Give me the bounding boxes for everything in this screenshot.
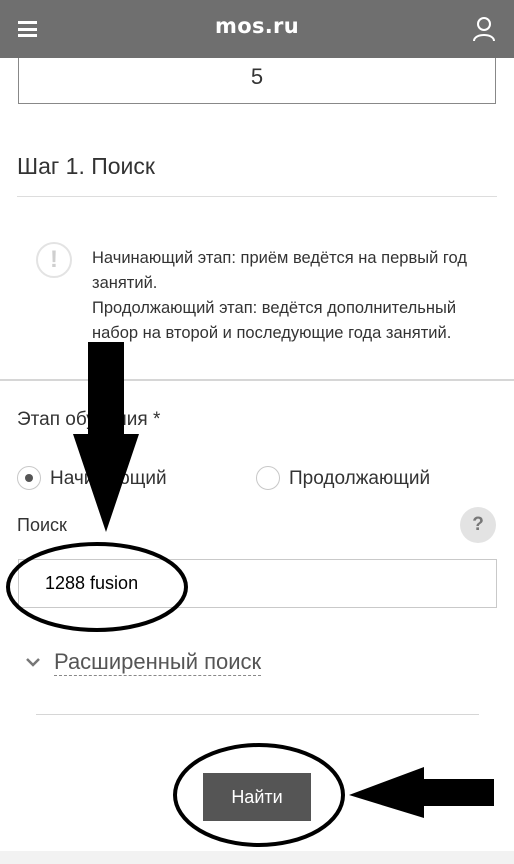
radio-beginner-label[interactable]: Начинающий <box>50 468 167 490</box>
search-input[interactable] <box>18 559 497 608</box>
radio-continuing[interactable] <box>256 466 280 490</box>
top-bar: mos.ru <box>0 0 514 58</box>
search-label: Поиск <box>17 515 67 535</box>
exclamation-icon: ! <box>36 242 72 278</box>
advanced-search-toggle[interactable]: Расширенный поиск <box>24 647 262 677</box>
divider <box>17 196 497 197</box>
previous-card: 5 <box>0 58 514 123</box>
search-step-card: Шаг 1. Поиск ! Начинающий этап: приём ве… <box>0 123 514 851</box>
radio-continuing-label[interactable]: Продолжающий <box>289 468 430 490</box>
quantity-field[interactable]: 5 <box>18 58 496 104</box>
info-line-continuing: Продолжающий этап: ведётся дополнительны… <box>92 299 457 342</box>
chevron-down-icon <box>26 658 40 667</box>
site-logo[interactable]: mos.ru <box>0 14 514 38</box>
divider <box>0 379 514 381</box>
stage-label: Этап обучения * <box>17 409 161 430</box>
step-title: Шаг 1. Поиск <box>17 153 155 179</box>
divider <box>36 714 479 715</box>
help-icon[interactable]: ? <box>460 507 496 543</box>
info-text: Начинающий этап: приём ведётся на первый… <box>92 246 492 346</box>
radio-beginner[interactable] <box>17 466 41 490</box>
find-button[interactable]: Найти <box>203 773 311 821</box>
advanced-search-label[interactable]: Расширенный поиск <box>54 649 262 676</box>
user-icon[interactable] <box>472 16 496 42</box>
info-line-beginner: Начинающий этап: приём ведётся на первый… <box>92 249 467 292</box>
